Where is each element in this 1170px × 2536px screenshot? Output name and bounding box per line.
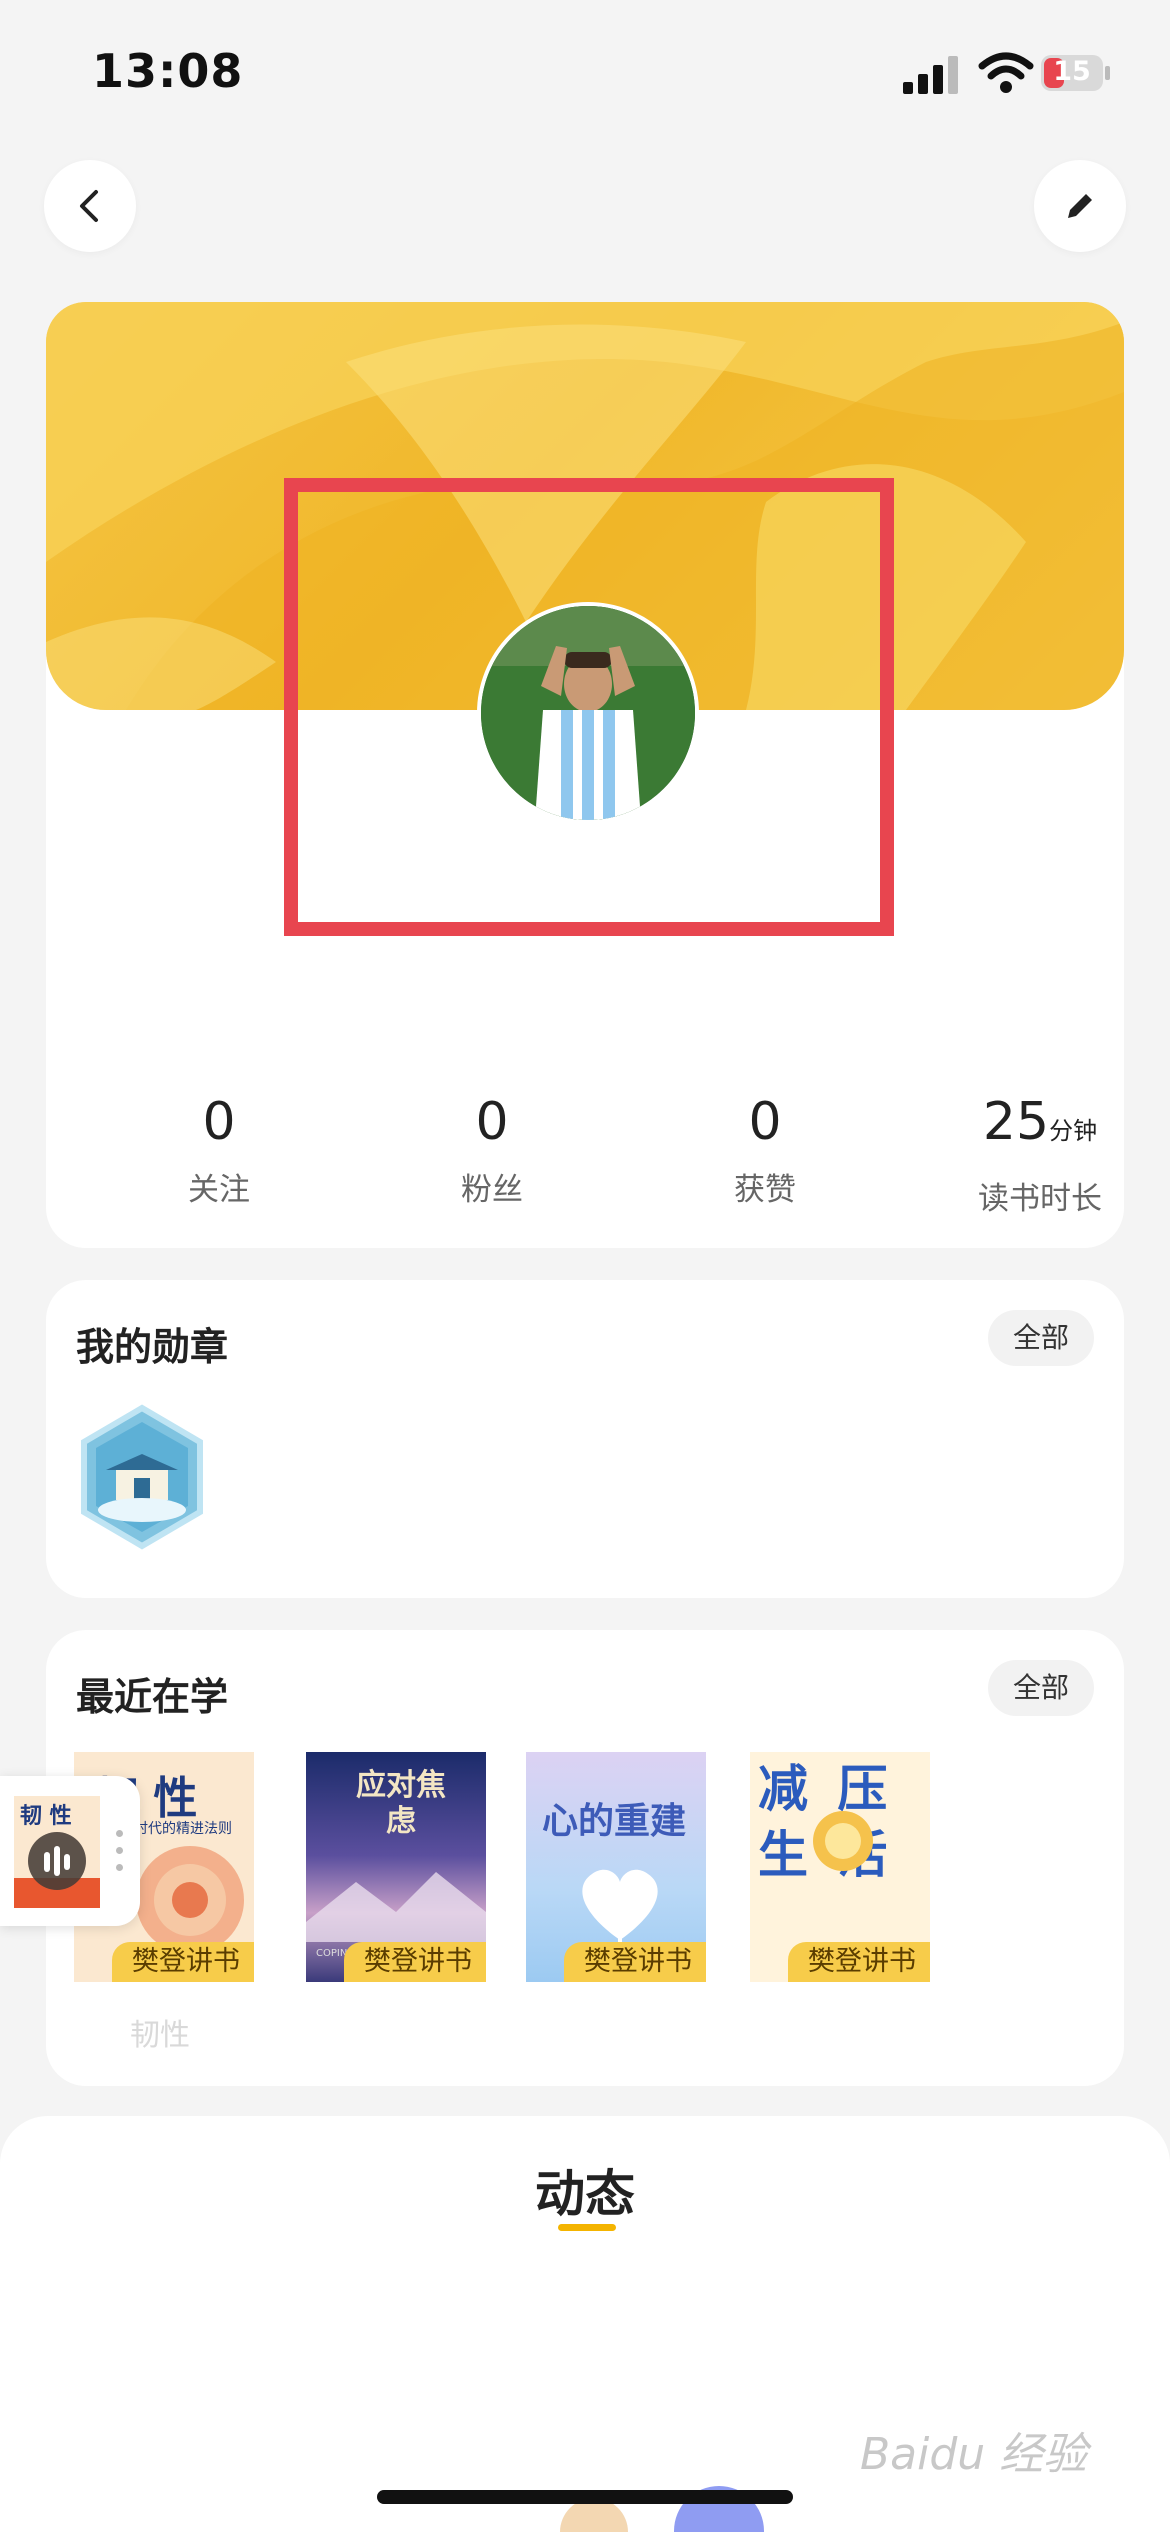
- stat-label: 获赞: [734, 1172, 796, 1208]
- watermark: Baidu 经验: [860, 2429, 1088, 2480]
- tab-feed[interactable]: 动态: [0, 2154, 1170, 2226]
- badges-card: 我的勋章 全部: [46, 1280, 1124, 1598]
- cover-subtitle: 时代的精进法则: [134, 1821, 232, 1837]
- back-button[interactable]: [44, 160, 136, 252]
- battery-icon: 15: [1040, 52, 1112, 94]
- book-cover-4[interactable]: 减 压 生 活 樊登讲书: [750, 1752, 930, 1982]
- home-indicator: [377, 2490, 793, 2504]
- book-cover-3[interactable]: 心的重建 樊登讲书: [526, 1752, 706, 1982]
- edit-profile-button[interactable]: [1034, 160, 1126, 252]
- drag-handle-icon[interactable]: [116, 1830, 124, 1874]
- stat-label: 读书时长: [978, 1181, 1102, 1217]
- stat-value: 25: [982, 1092, 1050, 1152]
- mini-player[interactable]: 韧 性: [0, 1776, 140, 1926]
- stat-followers[interactable]: 0 粉丝: [362, 1092, 622, 1209]
- status-time: 13:08: [92, 44, 244, 98]
- mini-player-cover: 韧 性: [14, 1796, 100, 1908]
- book-cover-2[interactable]: 应对焦虑 COPING WITH ANXIETY 樊登讲书: [306, 1752, 486, 1982]
- battery-level: 15: [1053, 56, 1091, 87]
- cover-title: 心的重建: [542, 1800, 687, 1842]
- wifi-icon: [978, 52, 1034, 93]
- stat-unit: 分钟: [1049, 1117, 1098, 1145]
- stat-label: 关注: [188, 1172, 250, 1208]
- chevron-left-icon: [80, 190, 98, 222]
- stat-following[interactable]: 0 关注: [89, 1092, 349, 1209]
- book-tag: 樊登讲书: [564, 1942, 706, 1982]
- book-name: 韧性: [130, 2018, 190, 2053]
- pencil-icon: [1068, 194, 1092, 218]
- mountain-art: [306, 1872, 486, 1942]
- stat-value: 0: [475, 1092, 509, 1152]
- book-tag: 樊登讲书: [344, 1942, 486, 1982]
- mini-cover-title: 韧 性: [20, 1803, 72, 1829]
- badges-title: 我的勋章: [76, 1325, 229, 1369]
- temple-badge-icon: [81, 1404, 203, 1550]
- recent-all-button[interactable]: 全部: [988, 1660, 1094, 1716]
- stat-likes[interactable]: 0 获赞: [635, 1092, 895, 1209]
- badge-item[interactable]: [76, 1404, 208, 1550]
- book-tag: 樊登讲书: [112, 1942, 254, 1982]
- stat-value: 0: [202, 1092, 236, 1152]
- recent-learning-card: 最近在学 全部 韧 性 时代的精进法则 樊登讲书 韧性 应对焦虑 COPING …: [46, 1630, 1124, 2086]
- tab-indicator: [558, 2224, 616, 2231]
- stat-value: 0: [748, 1092, 782, 1152]
- highlight-box: [284, 478, 894, 936]
- book-tag: 樊登讲书: [788, 1942, 930, 1982]
- signal-icon: [903, 56, 958, 94]
- cover-title: 应对焦虑: [356, 1768, 446, 1839]
- brain-art: [813, 1811, 873, 1871]
- badges-all-button[interactable]: 全部: [988, 1310, 1094, 1366]
- audio-wave-icon: [28, 1832, 86, 1890]
- stat-reading-time[interactable]: 25分钟 读书时长: [910, 1092, 1124, 1218]
- recent-title: 最近在学: [76, 1675, 229, 1719]
- stat-label: 粉丝: [461, 1172, 523, 1208]
